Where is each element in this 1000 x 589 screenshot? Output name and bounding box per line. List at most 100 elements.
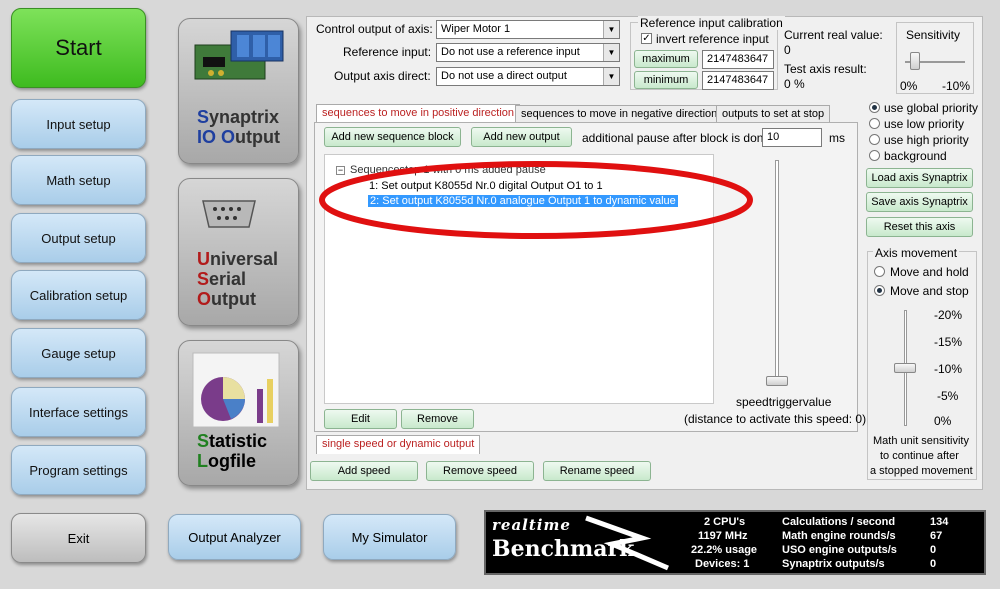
start-button[interactable]: Start [11,8,146,88]
benchmark-cpu: 2 CPU's [704,516,746,528]
move-hold-radio[interactable] [874,266,885,277]
axis-label: Control output of axis: [316,22,433,36]
sensitivity-slider[interactable] [910,52,920,70]
realtime-benchmark-panel: realtime Benchmark 2 CPU's 1197 MHz 22.2… [484,510,986,575]
move-hold-label: Move and hold [890,265,969,279]
benchmark-label: Synaptrix outputs/s [782,558,885,570]
maximum-button[interactable]: maximum [634,50,698,68]
benchmark-label: Calculations / second [782,516,896,528]
benchmark-label: USO engine outputs/s [782,544,897,556]
scale-tick: -5% [937,389,959,403]
chevron-down-icon: ▼ [603,68,619,85]
pause-label: additional pause after block is done: [582,131,774,145]
output-direct-label: Output axis direct: [334,69,431,83]
math-sensitivity-note: a stopped movement [870,465,973,477]
current-real-label: Current real value: [784,28,883,42]
remove-button[interactable]: Remove [401,409,474,429]
benchmark-devices: Devices: 1 [695,558,750,570]
current-real-value: 0 [784,43,791,57]
benchmark-arrow-icon [585,515,669,571]
benchmark-value: 67 [930,530,943,542]
universal-serial-output-module[interactable]: Universal Serial Output [178,178,299,326]
output-setup-button[interactable]: Output setup [11,213,146,263]
uso-label: Universal Serial Output [197,249,279,309]
priority-background-radio[interactable] [869,150,880,161]
priority-high-radio[interactable] [869,134,880,145]
benchmark-usage: 22.2% usage [691,544,758,556]
priority-global-radio[interactable] [869,102,880,113]
move-stop-label: Move and stop [890,284,969,298]
axis-select[interactable]: Wiper Motor 1 ▼ [436,20,620,39]
benchmark-value: 134 [930,516,949,528]
sensitivity-max: -10% [942,79,971,93]
scale-tick: -20% [934,308,963,322]
tab-positive-direction[interactable]: sequences to move in positive direction [316,104,520,123]
program-settings-button[interactable]: Program settings [11,445,146,495]
chevron-down-icon: ▼ [603,21,619,38]
speedtrigger-label: speedtriggervalue [736,395,832,409]
move-stop-radio[interactable] [874,285,885,296]
input-setup-button[interactable]: Input setup [11,99,146,149]
invert-reference-label: invert reference input [656,32,769,46]
priority-low-label: use low priority [884,117,965,131]
distance-label: (distance to activate this speed: 0) [684,412,867,426]
axis-movement-title: Axis movement [873,246,960,260]
math-sensitivity-slider[interactable] [894,363,916,373]
remove-speed-button[interactable]: Remove speed [426,461,534,481]
benchmark-mhz: 1197 MHz [698,530,748,542]
reference-input-label: Reference input: [343,45,432,59]
benchmark-value: 0 [930,544,937,556]
priority-global-label: use global priority [884,101,979,115]
priority-low-radio[interactable] [869,118,880,129]
benchmark-logo-top: realtime [492,516,571,534]
synaptrix-io-output-module[interactable]: Synaptrix IO Output [178,18,299,164]
interface-settings-button[interactable]: Interface settings [11,387,146,437]
benchmark-label: Math engine rounds/s [782,530,896,542]
edit-button[interactable]: Edit [324,409,397,429]
rename-speed-button[interactable]: Rename speed [543,461,651,481]
add-new-output-button[interactable]: Add new output [471,127,572,147]
chevron-down-icon: ▼ [603,44,619,61]
tab-outputs-at-stop[interactable]: outputs to set at stop [716,105,831,123]
calibration-title: Reference input calibration [638,16,785,30]
test-axis-label: Test axis result: [784,62,867,76]
reference-input-select[interactable]: Do not use a reference input ▼ [436,43,620,62]
pause-unit: ms [829,131,845,145]
gauge-setup-button[interactable]: Gauge setup [11,328,146,378]
statistic-logfile-module[interactable]: Statistic Logfile [178,340,299,486]
output-analyzer-button[interactable]: Output Analyzer [168,514,301,560]
maximum-field[interactable]: 2147483647 [702,50,774,69]
pause-field[interactable]: 10 [762,128,822,147]
add-sequence-block-button[interactable]: Add new sequence block [324,127,461,147]
minimum-button[interactable]: minimum [634,71,698,89]
math-setup-button[interactable]: Math setup [11,155,146,205]
math-sensitivity-note: Math unit sensitivity [873,435,969,447]
synaptrix-label: Synaptrix IO Output [197,107,281,147]
exit-button[interactable]: Exit [11,513,146,563]
scale-tick: -10% [934,362,963,376]
minimum-field[interactable]: 2147483647 [702,71,774,90]
sensitivity-min: 0% [900,79,918,93]
scale-tick: -15% [934,335,963,349]
load-axis-button[interactable]: Load axis Synaptrix [866,168,973,188]
speedtrigger-slider[interactable] [766,376,788,386]
circuit-board-icon [194,30,284,80]
speedtrigger-track [775,160,779,386]
add-speed-button[interactable]: Add speed [310,461,418,481]
statistics-chart-icon [192,352,280,428]
reset-axis-button[interactable]: Reset this axis [866,217,973,237]
output-direct-select[interactable]: Do not use a direct output ▼ [436,67,620,86]
invert-reference-checkbox[interactable]: ✓ [641,33,652,44]
priority-background-label: background [884,149,947,163]
highlight-ellipse [319,161,753,239]
math-sensitivity-note: to continue after [880,450,959,462]
tab-negative-direction[interactable]: sequences to move in negative direction [515,105,724,123]
tab-single-speed[interactable]: single speed or dynamic output [316,435,481,454]
serial-connector-icon [202,200,256,228]
test-axis-value: 0 % [784,77,805,91]
calibration-setup-button[interactable]: Calibration setup [11,270,146,320]
sensitivity-label: Sensitivity [906,28,961,42]
statistic-label: Statistic Logfile [197,431,268,471]
save-axis-button[interactable]: Save axis Synaptrix [866,192,973,212]
my-simulator-button[interactable]: My Simulator [323,514,456,560]
